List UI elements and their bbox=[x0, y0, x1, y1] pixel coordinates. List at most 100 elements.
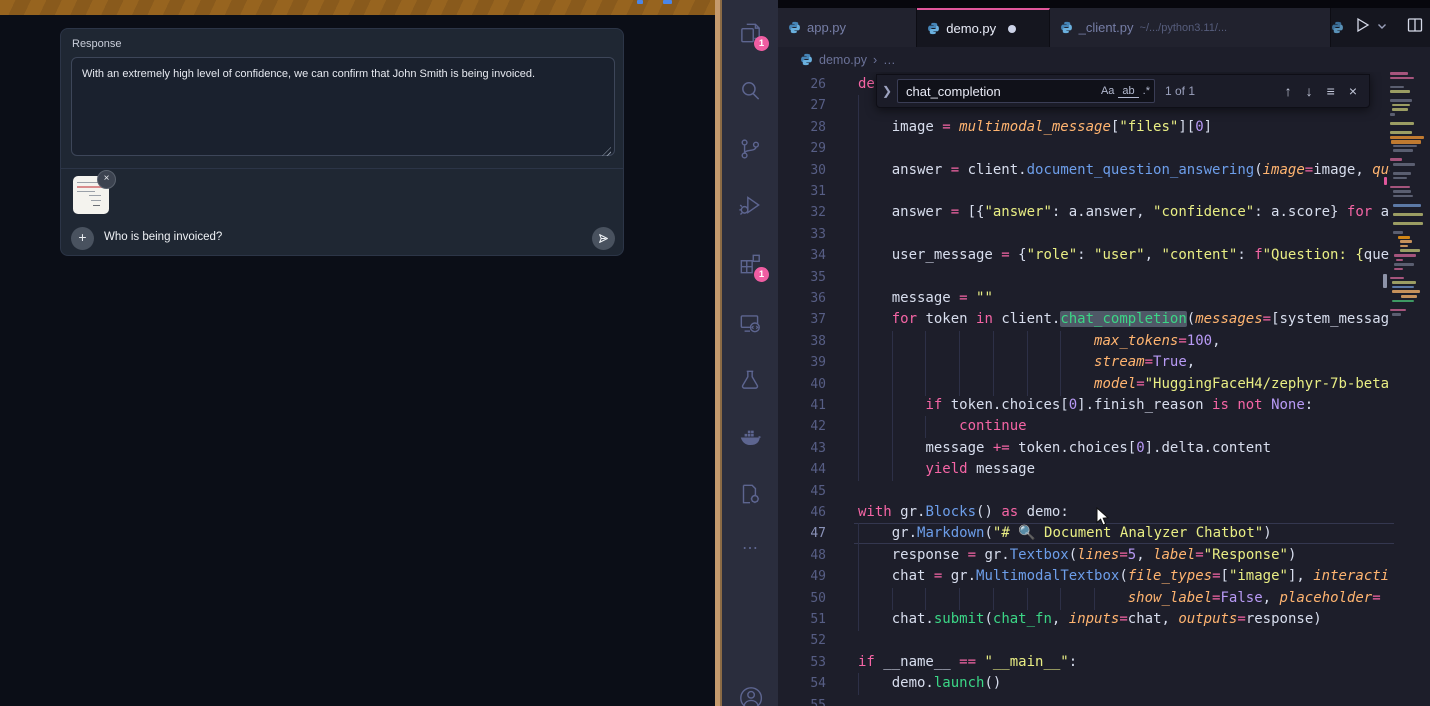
minimap-line bbox=[1393, 231, 1403, 234]
chat-input-text[interactable]: Who is being invoiced? bbox=[104, 231, 222, 243]
minimap-line bbox=[1393, 222, 1423, 225]
line-number: 29 bbox=[778, 138, 826, 159]
docker-icon[interactable] bbox=[737, 425, 763, 451]
search-icon[interactable] bbox=[737, 78, 763, 104]
match-case-toggle[interactable]: Aa bbox=[1097, 85, 1118, 97]
testing-icon[interactable] bbox=[737, 367, 763, 393]
code-line: yield message bbox=[858, 459, 1390, 481]
code-line bbox=[858, 695, 1390, 706]
file-gear-icon[interactable] bbox=[737, 481, 763, 507]
mouse-cursor bbox=[1096, 507, 1112, 527]
extensions-badge: 1 bbox=[754, 267, 769, 282]
regex-toggle[interactable]: .* bbox=[1139, 85, 1154, 97]
find-in-selection-button[interactable]: ≡ bbox=[1327, 83, 1335, 99]
line-number: 35 bbox=[778, 267, 826, 288]
minimap[interactable] bbox=[1390, 72, 1426, 706]
activity-bar: 1 bbox=[722, 0, 778, 706]
minimap-line bbox=[1390, 86, 1404, 89]
minimap-line bbox=[1390, 158, 1402, 161]
minimap-line bbox=[1392, 108, 1408, 111]
find-query[interactable]: chat_completion bbox=[906, 84, 1097, 99]
code-line: gr.Markdown("# 🔍 Document Analyzer Chatb… bbox=[858, 523, 1390, 545]
breadcrumb-symbol[interactable]: … bbox=[883, 53, 896, 67]
line-number: 49 bbox=[778, 566, 826, 587]
minimap-line bbox=[1390, 309, 1406, 312]
tab-client-py[interactable]: _client.py ~/.../python3.11/... bbox=[1050, 8, 1331, 47]
line-number: 31 bbox=[778, 181, 826, 202]
code-line: stream=True, bbox=[858, 352, 1390, 374]
explorer-badge: 1 bbox=[754, 36, 769, 51]
line-number: 43 bbox=[778, 438, 826, 459]
send-button[interactable] bbox=[592, 227, 615, 250]
code-line: chat.submit(chat_fn, inputs=chat, output… bbox=[858, 609, 1390, 631]
minimap-line bbox=[1393, 204, 1421, 207]
find-match-count: 1 of 1 bbox=[1165, 84, 1195, 98]
minimap-line bbox=[1390, 131, 1412, 134]
editor-group: app.py demo.py _client.py ~ bbox=[778, 0, 1430, 706]
minimap-line bbox=[1391, 140, 1421, 144]
split-editor-icon[interactable] bbox=[1406, 16, 1424, 39]
response-textarea[interactable] bbox=[71, 57, 615, 156]
more-views-icon[interactable]: ⋯ bbox=[737, 538, 763, 564]
line-number: 27 bbox=[778, 95, 826, 116]
tab-app-py[interactable]: app.py bbox=[778, 8, 917, 47]
extensions-icon[interactable]: 1 bbox=[737, 251, 763, 277]
minimap-line bbox=[1401, 295, 1417, 298]
account-icon[interactable] bbox=[737, 684, 763, 706]
run-dropdown-chevron[interactable] bbox=[1376, 19, 1388, 37]
explorer-icon[interactable]: 1 bbox=[737, 20, 763, 46]
source-control-icon[interactable] bbox=[737, 136, 763, 162]
editor-top-strip bbox=[778, 0, 1430, 8]
paper-plane-icon bbox=[597, 232, 610, 245]
find-input[interactable]: chat_completion Aa ab .* bbox=[897, 79, 1155, 103]
run-debug-icon[interactable] bbox=[737, 192, 763, 218]
window-divider[interactable] bbox=[715, 0, 722, 706]
minimap-line bbox=[1393, 172, 1411, 175]
code-line: message += token.choices[0].delta.conten… bbox=[858, 438, 1390, 460]
code-line bbox=[858, 138, 1390, 160]
line-number: 37 bbox=[778, 309, 826, 330]
line-number: 55 bbox=[778, 695, 826, 706]
find-previous-button[interactable]: ↑ bbox=[1285, 83, 1292, 99]
line-number: 26 bbox=[778, 74, 826, 95]
vscode-window: 1 bbox=[722, 0, 1430, 706]
find-toggle-replace-chevron[interactable]: ❯ bbox=[877, 84, 897, 98]
code-line: image = multimodal_message["files"][0] bbox=[858, 117, 1390, 139]
line-number: 36 bbox=[778, 288, 826, 309]
line-number: 38 bbox=[778, 331, 826, 352]
find-close-button[interactable]: × bbox=[1349, 83, 1357, 99]
code-line bbox=[858, 481, 1390, 503]
breadcrumb-file[interactable]: demo.py bbox=[819, 53, 867, 67]
minimap-line bbox=[1390, 277, 1404, 280]
line-number: 51 bbox=[778, 609, 826, 630]
run-python-button[interactable] bbox=[1352, 15, 1372, 40]
minimap-line bbox=[1393, 149, 1413, 152]
minimap-line bbox=[1390, 186, 1410, 189]
tab-demo-py[interactable]: demo.py bbox=[917, 8, 1049, 47]
minimap-line bbox=[1400, 240, 1412, 243]
line-number: 30 bbox=[778, 160, 826, 181]
minimap-line bbox=[1394, 263, 1414, 266]
line-number: 28 bbox=[778, 117, 826, 138]
line-number: 52 bbox=[778, 630, 826, 651]
minimap-line bbox=[1394, 268, 1403, 271]
unsaved-dot[interactable] bbox=[1008, 25, 1016, 33]
remote-explorer-icon[interactable] bbox=[737, 310, 763, 336]
remove-image-button[interactable]: × bbox=[97, 170, 116, 189]
code-line bbox=[858, 630, 1390, 652]
find-next-button[interactable]: ↓ bbox=[1306, 83, 1313, 99]
tab-label: _client.py bbox=[1079, 20, 1134, 35]
code-editor[interactable]: ❯ chat_completion Aa ab .* 1 of 1 ↑ ↓ ≡ … bbox=[778, 72, 1430, 706]
gradio-app: Response × + Who is being invoiced? bbox=[0, 0, 715, 706]
upload-file-button[interactable]: + bbox=[71, 227, 94, 250]
whole-word-toggle[interactable]: ab bbox=[1118, 85, 1138, 98]
line-number: 50 bbox=[778, 588, 826, 609]
code-line bbox=[858, 267, 1390, 289]
code-line: demo.launch() bbox=[858, 673, 1390, 695]
code-line: show_label=False, placeholder= bbox=[858, 588, 1390, 610]
line-number: 42 bbox=[778, 416, 826, 437]
minimap-line bbox=[1392, 290, 1420, 293]
line-number: 46 bbox=[778, 502, 826, 523]
breadcrumb: demo.py › … bbox=[778, 47, 1430, 72]
screenshot-root: Response × + Who is being invoiced? bbox=[0, 0, 1430, 706]
